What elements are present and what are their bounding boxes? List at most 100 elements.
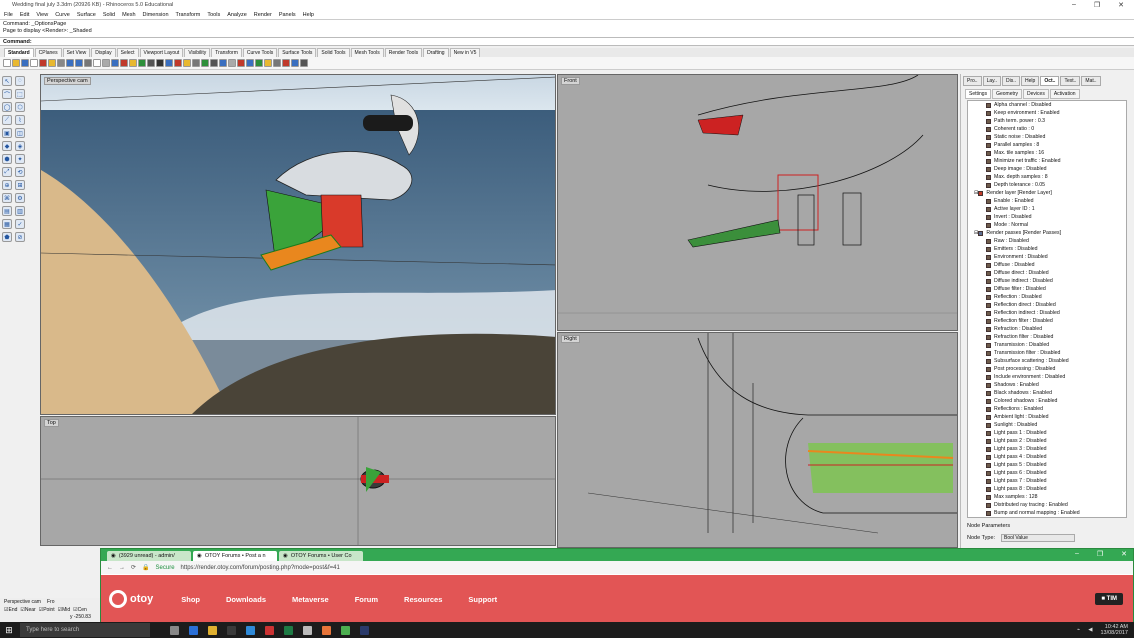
close-button[interactable]: ✕ (1118, 1, 1124, 9)
browser-tab[interactable]: ◉ (3929 unread) - admin/ (107, 551, 191, 561)
toolbar-tab[interactable]: Select (116, 48, 139, 57)
menu-item[interactable]: Edit (20, 12, 29, 18)
osnap-item[interactable]: ☑Mid (58, 607, 71, 613)
tree-row[interactable]: Max. depth samples : 8 (968, 173, 1126, 181)
browser-minimize-button[interactable]: – (1075, 550, 1079, 558)
toolbar-tool-icon[interactable] (3, 59, 11, 67)
left-tool-icon[interactable]: ⬡ (15, 102, 25, 112)
tree-row[interactable]: Refraction : Disabled (968, 325, 1126, 333)
toolbar-tab[interactable]: Transform (211, 48, 242, 57)
toolbar-tool-icon[interactable] (228, 59, 236, 67)
maximize-button[interactable]: ❐ (1094, 1, 1100, 9)
toolbar-tab[interactable]: Display (91, 48, 116, 57)
tree-row[interactable]: Raw : Disabled (968, 237, 1126, 245)
osnap-item[interactable]: ☑End (4, 607, 17, 613)
tree-row[interactable]: Reflection : Disabled (968, 293, 1126, 301)
left-tool-icon[interactable]: ✓ (15, 219, 25, 229)
browser-tab[interactable]: ◉ OTOY Forums • User Co (279, 551, 363, 561)
toolbar-tab[interactable]: Curve Tools (242, 48, 278, 57)
tree-row[interactable]: Subsurface scattering : Disabled (968, 357, 1126, 365)
tree-row[interactable]: Light pass 3 : Disabled (968, 445, 1126, 453)
toolbar-tab[interactable]: Render Tools (384, 48, 423, 57)
tree-row[interactable]: Colored shadows : Enabled (968, 397, 1126, 405)
browser-tab[interactable]: ◉ OTOY Forums • Post a n (193, 551, 277, 561)
panel-tab[interactable]: Dis.. (1002, 76, 1021, 86)
menu-item[interactable]: Solid (103, 12, 115, 18)
menu-item[interactable]: Curve (55, 12, 70, 18)
tree-row[interactable]: Deep image : Disabled (968, 165, 1126, 173)
minimize-button[interactable]: – (1072, 1, 1076, 9)
otoy-nav-link[interactable]: Metaverse (292, 595, 329, 604)
left-tool-icon[interactable]: ◈ (15, 141, 25, 151)
toolbar-tool-icon[interactable] (147, 59, 155, 67)
otoy-nav-link[interactable]: Support (468, 595, 497, 604)
left-tool-icon[interactable]: ◫ (15, 128, 25, 138)
tree-row[interactable]: Static noise : Disabled (968, 133, 1126, 141)
tree-row[interactable]: Enable : Enabled (968, 197, 1126, 205)
toolbar-tool-icon[interactable] (138, 59, 146, 67)
menu-item[interactable]: Panels (279, 12, 296, 18)
toolbar-tool-icon[interactable] (57, 59, 65, 67)
panel-subtab[interactable]: Activation (1049, 89, 1080, 99)
toolbar-tool-icon[interactable] (273, 59, 281, 67)
osnap-item[interactable]: ☑Cen (73, 607, 87, 613)
toolbar-tab[interactable]: Surface Tools (278, 48, 317, 57)
left-tool-icon[interactable]: ▦ (2, 219, 12, 229)
tree-row[interactable]: Reflection indirect : Disabled (968, 309, 1126, 317)
tree-row[interactable]: Depth tolerance : 0.05 (968, 181, 1126, 189)
panel-tab[interactable]: Text.. (1060, 76, 1081, 86)
status-viewport-tab-2[interactable]: Fro (47, 599, 55, 605)
viewport-front[interactable]: Front (557, 74, 958, 331)
left-tool-icon[interactable]: ⊕ (2, 180, 12, 190)
left-tool-icon[interactable]: ⌘ (2, 193, 12, 203)
toolbar-tool-icon[interactable] (21, 59, 29, 67)
tree-row[interactable]: Environment : Disabled (968, 253, 1126, 261)
menu-item[interactable]: View (36, 12, 48, 18)
tree-row[interactable]: Black shadows : Enabled (968, 389, 1126, 397)
tree-row[interactable]: Include environment : Disabled (968, 373, 1126, 381)
tree-row[interactable]: Invert : Disabled (968, 213, 1126, 221)
photoshop-icon[interactable] (360, 625, 369, 635)
left-tool-icon[interactable]: ◆ (2, 141, 12, 151)
toolbar-tool-icon[interactable] (156, 59, 164, 67)
toolbar-tool-icon[interactable] (201, 59, 209, 67)
left-tool-icon[interactable]: ⬢ (2, 154, 12, 164)
reload-icon[interactable]: ⟳ (131, 564, 136, 571)
viewport-label-perspective[interactable]: Perspective cam (44, 77, 91, 85)
tree-row[interactable]: Max. tile samples : 16 (968, 149, 1126, 157)
app-icon[interactable] (265, 625, 274, 635)
settings-tree[interactable]: Alpha channel : Disabled Keep environment… (967, 100, 1127, 518)
toolbar-tab[interactable]: Mesh Tools (350, 48, 384, 57)
panel-tab[interactable]: Mat.. (1081, 76, 1101, 86)
outlook-icon[interactable] (246, 625, 255, 635)
app-icon[interactable] (303, 625, 312, 635)
url-field[interactable]: https://render.otoy.com/forum/posting.ph… (181, 565, 340, 571)
tree-row[interactable]: Light pass 6 : Disabled (968, 469, 1126, 477)
tree-row[interactable]: Refraction filter : Disabled (968, 333, 1126, 341)
tree-row[interactable]: Light pass 8 : Disabled (968, 485, 1126, 493)
status-viewport-tab[interactable]: Perspective cam (4, 599, 41, 605)
toolbar-tool-icon[interactable] (183, 59, 191, 67)
tree-row[interactable]: Light pass 7 : Disabled (968, 477, 1126, 485)
menu-item[interactable]: Analyze (227, 12, 247, 18)
left-tool-icon[interactable]: ⟲ (15, 167, 25, 177)
tree-row[interactable]: Shadows : Enabled (968, 381, 1126, 389)
volume-icon[interactable]: ◀ (1088, 627, 1092, 633)
otoy-nav-link[interactable]: Shop (181, 595, 200, 604)
task-view-icon[interactable] (170, 625, 179, 635)
toolbar-tool-icon[interactable] (129, 59, 137, 67)
toolbar-tool-icon[interactable] (300, 59, 308, 67)
viewport-top[interactable]: Top (40, 416, 556, 546)
left-tool-icon[interactable]: ◯ (2, 102, 12, 112)
osnap-item[interactable]: ☑Near (20, 607, 35, 613)
tree-row[interactable]: Transmission filter : Disabled (968, 349, 1126, 357)
panel-tab[interactable]: Oct.. (1040, 76, 1060, 86)
chrome-icon[interactable] (341, 625, 350, 635)
excel-icon[interactable] (284, 625, 293, 635)
menu-item[interactable]: Dimension (143, 12, 169, 18)
toolbar-tool-icon[interactable] (48, 59, 56, 67)
tree-row[interactable]: Reflection filter : Disabled (968, 317, 1126, 325)
tree-row[interactable]: Post processing : Disabled (968, 365, 1126, 373)
tree-row[interactable]: Transmission : Disabled (968, 341, 1126, 349)
viewport-label-front[interactable]: Front (561, 77, 580, 85)
